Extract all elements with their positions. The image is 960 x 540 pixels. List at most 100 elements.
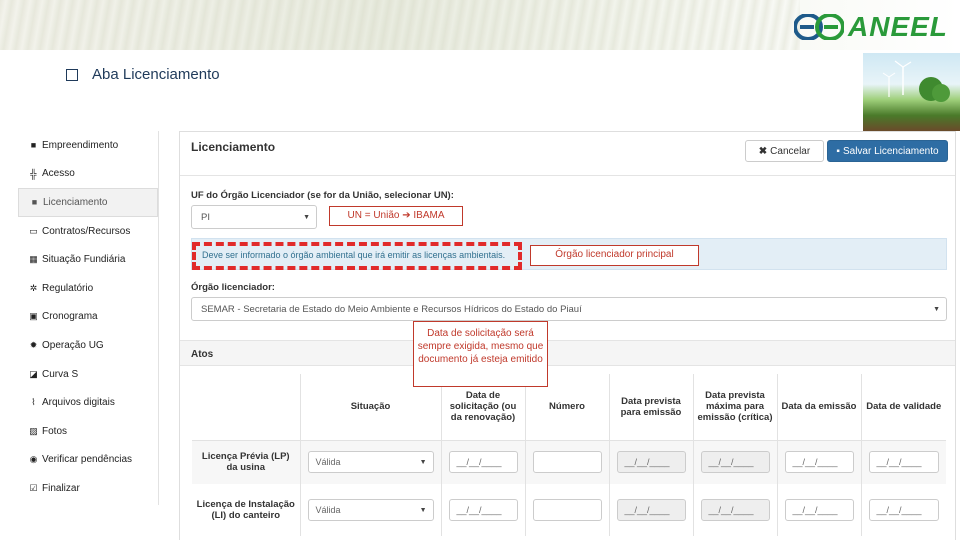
uf-label: UF do Órgão Licenciador (se for da União… bbox=[191, 190, 454, 201]
validade-date-input[interactable]: __/__/____ bbox=[868, 451, 939, 474]
validade-date-input[interactable]: __/__/____ bbox=[868, 499, 939, 521]
chevron-down-icon: ▼ bbox=[303, 214, 310, 221]
orgao-label: Órgão licenciador: bbox=[191, 282, 275, 293]
emissao-date-input[interactable]: __/__/____ bbox=[784, 499, 854, 521]
sidebar-item-curva-s[interactable]: ◪ Curva S bbox=[18, 360, 158, 389]
chevron-down-icon: ▼ bbox=[419, 507, 427, 514]
sidebar-item-label: Operação UG bbox=[42, 339, 104, 351]
column-header: Data da emissão bbox=[776, 374, 861, 441]
sidebar-item-cronograma[interactable]: ▣ Cronograma bbox=[18, 303, 158, 332]
sidebar-item-licenciamento[interactable]: ■ Licenciamento bbox=[18, 188, 158, 217]
un-annotation: UN = União ➔ IBAMA bbox=[329, 206, 463, 226]
panel-title: Licenciamento bbox=[191, 140, 276, 154]
sidebar-item-contratos[interactable]: ▭ Contratos/Recursos bbox=[18, 217, 158, 246]
date-value: __/__/____ bbox=[708, 457, 754, 468]
save-button[interactable]: ▪ Salvar Licenciamento bbox=[827, 140, 948, 162]
numero-input[interactable] bbox=[532, 451, 602, 474]
situacao-select[interactable]: Válida ▼ bbox=[307, 451, 434, 474]
close-icon: ✖ bbox=[758, 145, 768, 157]
column-header bbox=[192, 374, 300, 441]
panel-header: Licenciamento ✖ Cancelar ▪ Salvar Licencia… bbox=[180, 132, 955, 176]
eco-island-image bbox=[863, 53, 960, 131]
sidebar-item-label: Curva S bbox=[42, 368, 79, 380]
date-value: __/__/____ bbox=[624, 505, 670, 515]
table-row: Licença Prévia (LP) da usina Válida ▼ __/… bbox=[192, 440, 946, 484]
solicitacao-date-input[interactable]: __/__/____ bbox=[448, 451, 518, 474]
sidebar-item-label: Fotos bbox=[42, 425, 68, 437]
slide-title-text: Aba Licenciamento bbox=[92, 66, 220, 83]
date-value: __/__/____ bbox=[456, 457, 502, 468]
checkbox-bullet-icon bbox=[66, 68, 78, 81]
situacao-value: Válida bbox=[315, 457, 341, 468]
date-value: __/__/____ bbox=[456, 505, 502, 515]
folder-open-icon: ▭ bbox=[29, 225, 38, 236]
check-square-icon: ☑ bbox=[29, 482, 38, 493]
folder-icon: ■ bbox=[31, 197, 38, 208]
situacao-value: Válida bbox=[315, 505, 341, 515]
maxima-date-input[interactable]: __/__/____ bbox=[700, 451, 770, 474]
paperclip-icon: ⌇ bbox=[31, 397, 36, 408]
sidebar-item-arquivos[interactable]: ⌇ Arquivos digitais bbox=[18, 388, 158, 417]
atos-section-header: Atos bbox=[180, 340, 955, 366]
picture-icon: ▨ bbox=[29, 425, 38, 436]
date-value: __/__/____ bbox=[792, 505, 838, 515]
table-header-row: Situação Data de solicitação (ou da reno… bbox=[192, 374, 946, 441]
solicitacao-annotation: Data de solicitação será sempre exigida,… bbox=[413, 321, 548, 387]
eye-icon: ◉ bbox=[29, 454, 38, 465]
uf-select[interactable]: PI ▼ bbox=[191, 205, 317, 229]
save-icon: ▪ bbox=[836, 145, 840, 157]
sidebar-item-label: Regulatório bbox=[42, 282, 94, 294]
emissao-date-input[interactable]: __/__/____ bbox=[784, 451, 854, 474]
sidebar-item-empreendimento[interactable]: ■ Empreendimento bbox=[18, 131, 158, 160]
sidebar-item-label: Situação Fundiária bbox=[42, 254, 126, 266]
date-value: __/__/____ bbox=[624, 457, 670, 468]
cancel-button-label: Cancelar bbox=[770, 145, 811, 157]
sidebar-item-label: Acesso bbox=[42, 168, 75, 180]
row-label: Licença Prévia (LP) da usina bbox=[192, 440, 300, 484]
maxima-date-input[interactable]: __/__/____ bbox=[700, 499, 770, 521]
sidebar-item-label: Finalizar bbox=[42, 482, 80, 494]
sidebar-item-finalizar[interactable]: ☑ Finalizar bbox=[18, 474, 158, 503]
date-value: __/__/____ bbox=[876, 457, 922, 468]
orgao-select[interactable]: SEMAR - Secretaria de Estado do Meio Amb… bbox=[191, 297, 947, 321]
sidebar-item-acesso[interactable]: ╬ Acesso bbox=[18, 160, 158, 189]
sidebar: ■ Empreendimento ╬ Acesso ■ Licenciamento ▭… bbox=[18, 131, 159, 505]
licenciamento-panel: Licenciamento ✖ Cancelar ▪ Salvar Licencia… bbox=[179, 131, 956, 540]
uf-select-value: PI bbox=[201, 211, 210, 223]
orgao-select-value: SEMAR - Secretaria de Estado do Meio Amb… bbox=[201, 303, 582, 315]
column-header: Data prevista para emissão bbox=[608, 374, 693, 441]
date-value: __/__/____ bbox=[708, 505, 754, 515]
sidebar-item-situacao-fundiaria[interactable]: ▦ Situação Fundiária bbox=[18, 245, 158, 274]
prevista-date-input[interactable]: __/__/____ bbox=[616, 499, 686, 521]
sidebar-item-fotos[interactable]: ▨ Fotos bbox=[18, 417, 158, 446]
situacao-select[interactable]: Válida ▼ bbox=[307, 499, 434, 521]
folder-icon: ■ bbox=[30, 140, 37, 151]
sidebar-item-operacao-ug[interactable]: ✹ Operação UG bbox=[18, 331, 158, 360]
building-icon: ▦ bbox=[29, 254, 38, 265]
column-header: Data prevista máxima para emissão (críti… bbox=[692, 374, 777, 441]
atos-label: Atos bbox=[191, 349, 214, 360]
numero-input[interactable] bbox=[532, 499, 602, 521]
sidebar-item-label: Empreendimento bbox=[42, 139, 119, 151]
atos-table: Situação Data de solicitação (ou da reno… bbox=[192, 374, 946, 536]
calendar-icon: ▣ bbox=[29, 311, 38, 322]
slide-title: Aba Licenciamento bbox=[66, 66, 220, 83]
prevista-date-input[interactable]: __/__/____ bbox=[616, 451, 686, 474]
solicitacao-date-input[interactable]: __/__/____ bbox=[448, 499, 518, 521]
date-value: __/__/____ bbox=[876, 505, 922, 515]
principal-annotation: Órgão licenciador principal bbox=[530, 245, 699, 266]
atos-table-wrapper: Situação Data de solicitação (ou da reno… bbox=[192, 374, 946, 540]
chevron-down-icon: ▼ bbox=[933, 306, 940, 313]
sidebar-item-verificar[interactable]: ◉ Verificar pendências bbox=[18, 446, 158, 475]
sidebar-item-label: Contratos/Recursos bbox=[42, 225, 131, 237]
cancel-button[interactable]: ✖ Cancelar bbox=[745, 140, 824, 162]
row-label: Licença de Instalação (LI) do canteiro bbox=[192, 484, 300, 536]
column-header: Data de validade bbox=[860, 374, 946, 441]
aneel-logo-icon bbox=[794, 14, 844, 40]
sidebar-item-label: Cronograma bbox=[42, 311, 98, 323]
sidebar-item-regulatorio[interactable]: ✲ Regulatório bbox=[18, 274, 158, 303]
aneel-logo: ANEEL bbox=[794, 11, 948, 42]
save-button-label: Salvar Licenciamento bbox=[842, 145, 939, 157]
chart-icon: ◪ bbox=[29, 368, 38, 379]
brand-name: ANEEL bbox=[848, 11, 948, 42]
